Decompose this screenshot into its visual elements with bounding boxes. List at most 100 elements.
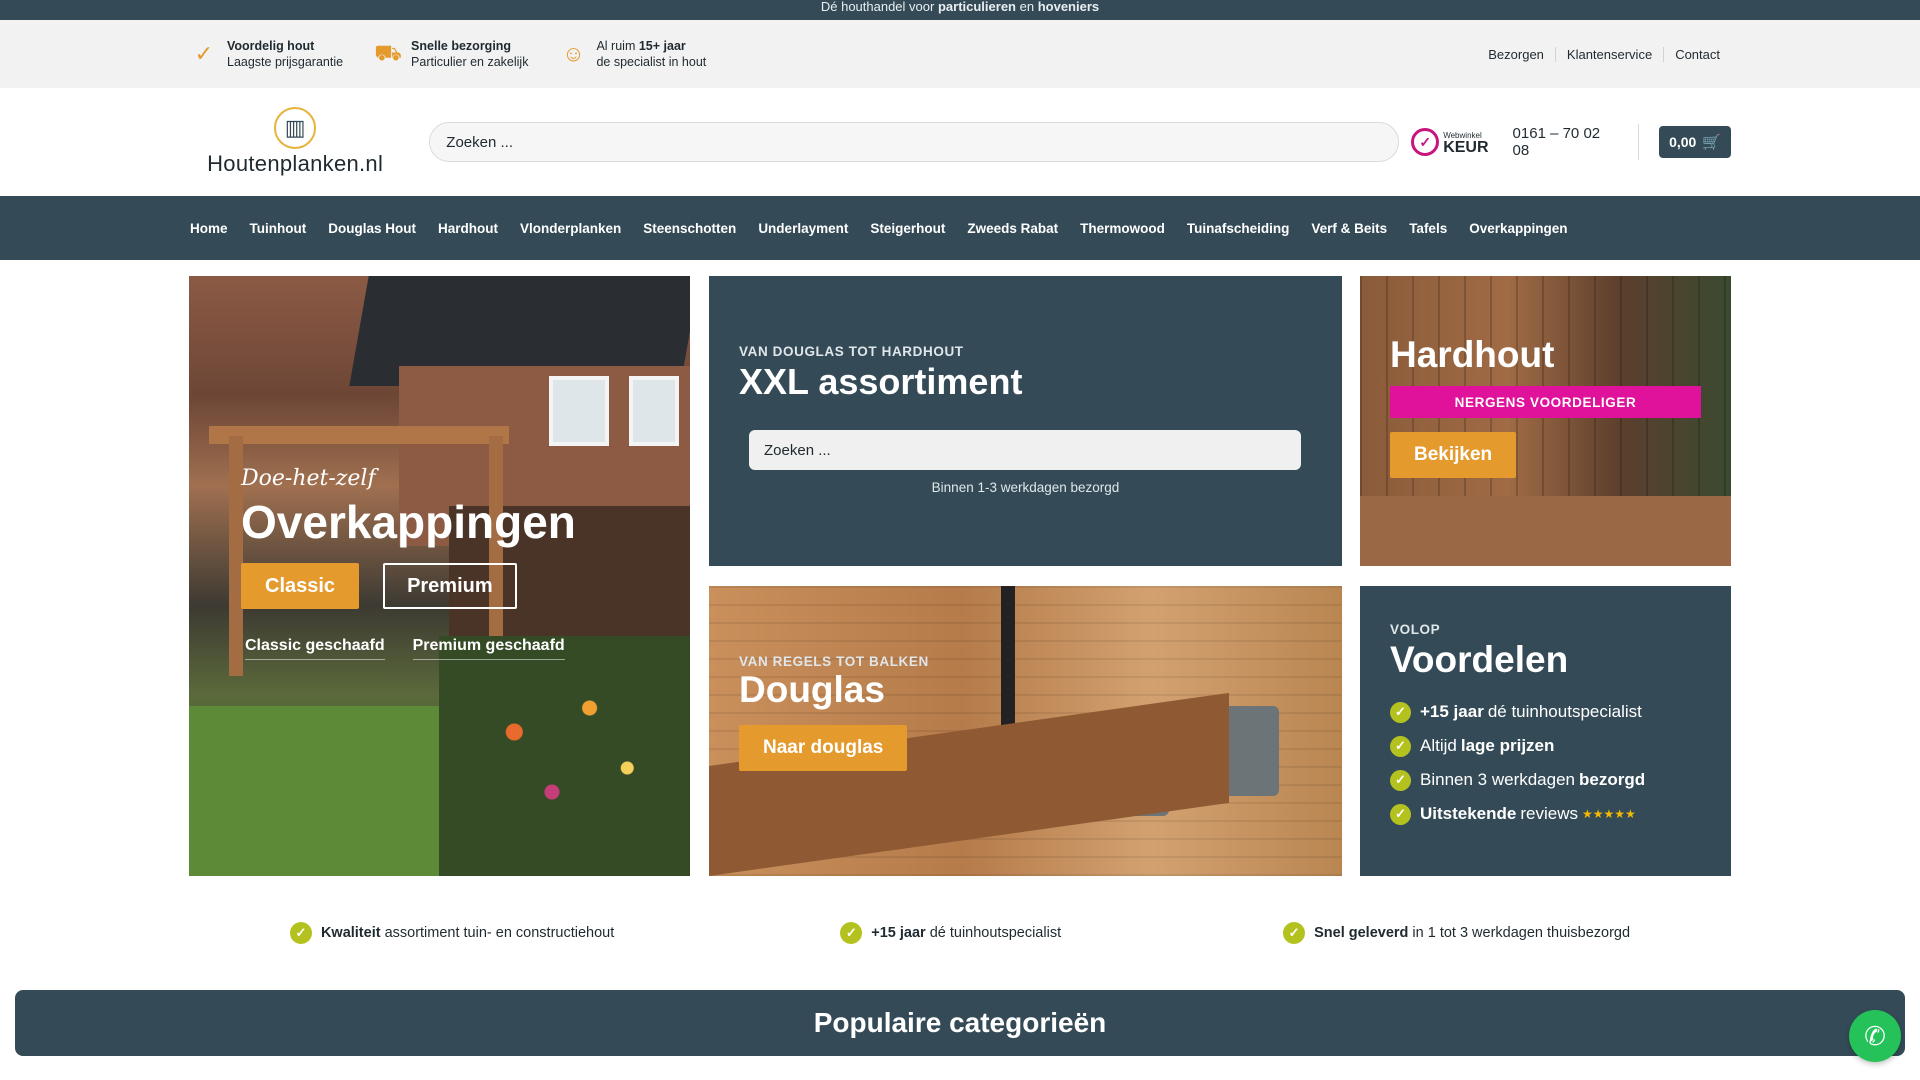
search-input[interactable]: Zoeken ... xyxy=(429,122,1400,162)
link-contact[interactable]: Contact xyxy=(1663,46,1731,62)
assortiment-kicker: VAN DOUGLAS TOT HARDHOUT xyxy=(739,344,964,359)
cart-button[interactable]: 0,00 🛒 xyxy=(1659,126,1731,158)
voordeel-item: ✓ Uitstekende reviews ★★★★★ xyxy=(1390,797,1649,831)
voordeel-text: Binnen 3 werkdagen xyxy=(1420,770,1576,789)
hero-hardhout[interactable]: Hardhout NERGENS VOORDELIGER Bekijken xyxy=(1360,276,1731,566)
usp-bar: ✓ Voordelig hout Laagste prijsgarantie ⛟… xyxy=(0,20,1920,88)
check-icon: ✓ xyxy=(1390,701,1411,723)
premium-geschaafd-link[interactable]: Premium geschaafd xyxy=(412,637,565,660)
hardhout-title: Hardhout xyxy=(1390,334,1555,375)
house-window-image xyxy=(549,376,609,446)
hero-assortiment: VAN DOUGLAS TOT HARDHOUT XXL assortiment… xyxy=(709,276,1342,566)
nav-steigerhout[interactable]: Steigerhout xyxy=(870,221,945,236)
nav-tafels[interactable]: Tafels xyxy=(1409,221,1447,236)
nav-douglas-hout[interactable]: Douglas Hout xyxy=(328,221,416,236)
usp-voordelig: ✓ Voordelig hout Laagste prijsgarantie xyxy=(189,38,343,70)
top-announcement: Dé houthandel voor particulieren en hove… xyxy=(0,0,1920,20)
usp-specialist: ☺ Al ruim 15+ jaar de specialist in hout xyxy=(558,38,706,70)
nav-steenschotten[interactable]: Steenschotten xyxy=(643,221,736,236)
usp-kwaliteit: ✓ Kwaliteit assortiment tuin- en constru… xyxy=(289,922,614,944)
voordeel-text: dé tuinhoutspecialist xyxy=(1487,702,1642,721)
hero-grid: Doe-het-zelf Overkappingen Classic Premi… xyxy=(189,276,1731,876)
stove-pipe-image xyxy=(1001,586,1015,736)
top-links: Bezorgen Klantenservice Contact xyxy=(1477,46,1731,62)
check-icon: ✓ xyxy=(840,922,863,944)
classic-button[interactable]: Classic xyxy=(241,563,360,609)
usp-sub: de specialist in hout xyxy=(596,55,707,69)
nav-zweeds-rabat[interactable]: Zweeds Rabat xyxy=(967,221,1058,236)
voordeel-bold: Uitstekende xyxy=(1420,804,1517,823)
link-klantenservice[interactable]: Klantenservice xyxy=(1554,46,1663,62)
usp-row: ✓ Kwaliteit assortiment tuin- en constru… xyxy=(0,922,1920,944)
bekijken-button[interactable]: Bekijken xyxy=(1390,432,1517,478)
basket-icon: 🛒 xyxy=(1702,134,1721,151)
voordeel-text: Altijd xyxy=(1420,736,1457,755)
voordeel-item: ✓ +15 jaar dé tuinhoutspecialist xyxy=(1390,695,1649,729)
hero-search-placeholder: Zoeken ... xyxy=(764,441,831,459)
site-header: ▥ Houtenplanken.nl Zoeken ... ✓ Webwinke… xyxy=(0,88,1920,196)
usp-bold: +15 jaar xyxy=(871,925,926,941)
classic-geschaafd-link[interactable]: Classic geschaafd xyxy=(245,637,385,660)
douglas-kicker: VAN REGELS TOT BALKEN xyxy=(739,654,929,669)
deck-image xyxy=(1360,496,1731,566)
voordeel-item: ✓ Altijd lage prijzen xyxy=(1390,729,1649,763)
hero-douglas[interactable]: VAN REGELS TOT BALKEN Douglas Naar dougl… xyxy=(709,586,1342,876)
assortiment-title: XXL assortiment xyxy=(739,361,1023,402)
nav-verf-beits[interactable]: Verf & Beits xyxy=(1311,221,1387,236)
announcement-text: Dé houthandel voor xyxy=(820,0,935,14)
phone-number[interactable]: 0161 – 70 02 08 xyxy=(1513,124,1640,160)
usp-bezorging: ⛟ Snelle bezorging Particulier en zakeli… xyxy=(373,38,528,70)
usp-jaar: ✓ +15 jaar dé tuinhoutspecialist xyxy=(840,922,1061,944)
nav-tuinhout[interactable]: Tuinhout xyxy=(250,221,307,236)
truck-icon: ⛟ xyxy=(374,39,402,65)
nav-thermowood[interactable]: Thermowood xyxy=(1080,221,1165,236)
smiley-icon: ☺ xyxy=(562,41,585,66)
logo-text: Houtenplanken.nl xyxy=(207,151,384,176)
webwinkel-keur-badge[interactable]: ✓ Webwinkel KEUR xyxy=(1411,128,1489,156)
voordelen-title: Voordelen xyxy=(1390,639,1569,680)
voordeel-text: reviews xyxy=(1520,804,1578,823)
usp-bold: 15+ jaar xyxy=(638,39,686,53)
categories-title: Populaire categorieën xyxy=(813,1007,1107,1038)
announcement-bold-1: particulieren xyxy=(937,0,1016,14)
naar-douglas-button[interactable]: Naar douglas xyxy=(739,725,908,771)
cart-total: 0,00 xyxy=(1669,134,1697,150)
logo[interactable]: ▥ Houtenplanken.nl xyxy=(196,107,394,177)
house-window-image xyxy=(629,376,679,446)
usp-title: Snelle bezorging xyxy=(411,39,512,53)
hero-search-input[interactable]: Zoeken ... xyxy=(749,430,1301,470)
announcement-bold-2: hoveniers xyxy=(1037,0,1100,14)
whatsapp-button[interactable]: ✆ xyxy=(1849,1010,1901,1062)
pergola-beam-image xyxy=(209,426,509,444)
check-icon: ✓ xyxy=(194,41,214,66)
search-placeholder: Zoeken ... xyxy=(446,133,513,151)
delivery-note: Binnen 1-3 werkdagen bezorgd xyxy=(931,480,1120,495)
hero-script-text: Doe-het-zelf xyxy=(241,466,376,491)
nav-tuinafscheiding[interactable]: Tuinafscheiding xyxy=(1187,221,1290,236)
populaire-categorieen-heading: Populaire categorieën xyxy=(15,990,1905,1056)
usp-title: Voordelig hout xyxy=(227,39,315,53)
hero-overkappingen[interactable]: Doe-het-zelf Overkappingen Classic Premi… xyxy=(189,276,690,876)
nav-overkappingen[interactable]: Overkappingen xyxy=(1469,221,1567,236)
usp-sub: Particulier en zakelijk xyxy=(411,55,529,69)
nav-underlayment[interactable]: Underlayment xyxy=(758,221,848,236)
douglas-title: Douglas xyxy=(739,669,885,710)
nav-vlonderplanken[interactable]: Vlonderplanken xyxy=(520,221,621,236)
check-icon: ✓ xyxy=(1390,803,1411,825)
usp-text: dé tuinhoutspecialist xyxy=(929,925,1062,941)
announcement-mid: en xyxy=(1019,0,1035,14)
nav-hardhout[interactable]: Hardhout xyxy=(438,221,498,236)
check-icon: ✓ xyxy=(289,922,312,944)
usp-geleverd: ✓ Snel geleverd in 1 tot 3 werkdagen thu… xyxy=(1283,922,1630,944)
logo-mark-icon: ▥ xyxy=(274,107,317,149)
keur-big: KEUR xyxy=(1443,139,1489,156)
nergens-voordeliger-badge: NERGENS VOORDELIGER xyxy=(1390,386,1701,418)
premium-button[interactable]: Premium xyxy=(383,563,517,609)
whatsapp-icon: ✆ xyxy=(1864,1020,1886,1051)
check-icon: ✓ xyxy=(1390,769,1411,791)
nav-home[interactable]: Home xyxy=(190,221,228,236)
link-bezorgen[interactable]: Bezorgen xyxy=(1477,47,1555,62)
voordeel-bold: +15 jaar xyxy=(1420,702,1484,721)
main-nav: Home Tuinhout Douglas Hout Hardhout Vlon… xyxy=(0,196,1920,260)
usp-bold: Snel geleverd xyxy=(1314,925,1409,941)
